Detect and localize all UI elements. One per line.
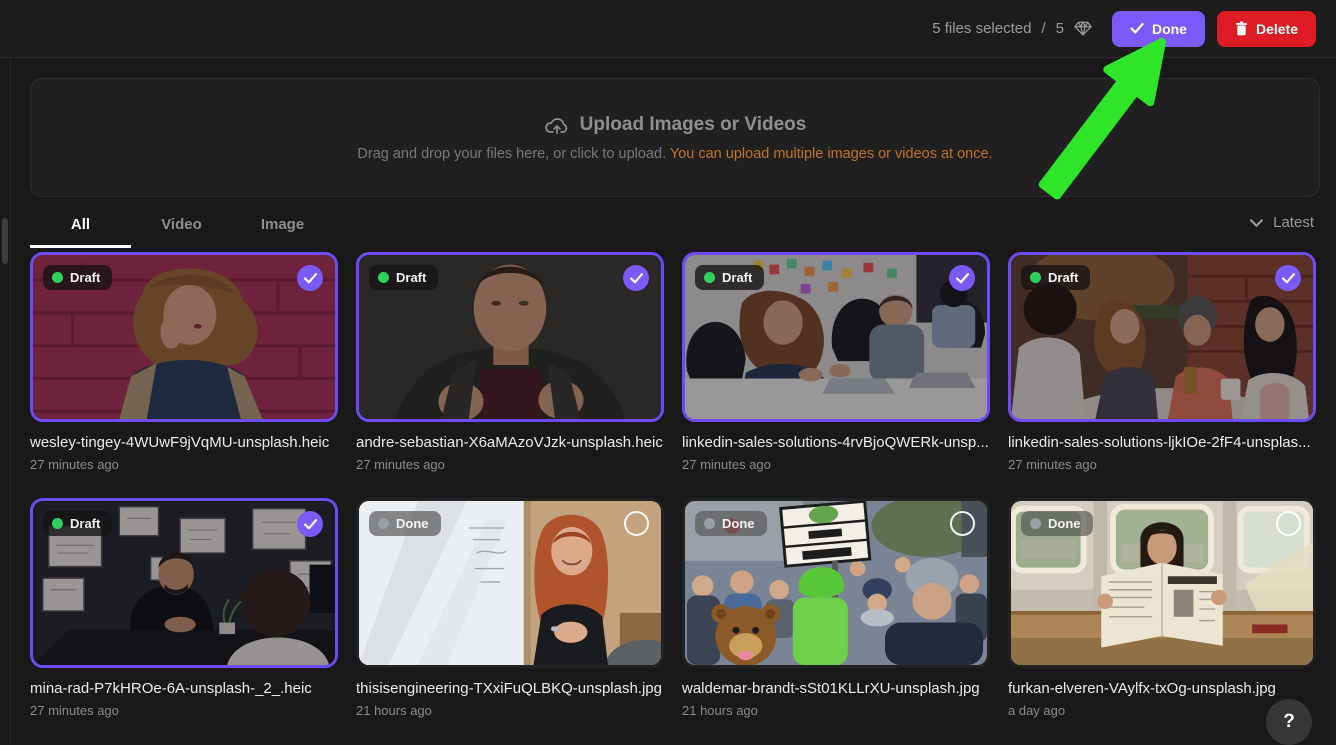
check-icon bbox=[1130, 23, 1144, 34]
status-badge-label: Draft bbox=[722, 270, 752, 285]
status-dot-draft bbox=[52, 272, 63, 283]
upload-dropzone[interactable]: Upload Images or Videos Drag and drop yo… bbox=[30, 78, 1320, 197]
select-checkbox-checked[interactable] bbox=[297, 511, 323, 537]
check-icon bbox=[956, 273, 969, 284]
status-badge: Draft bbox=[695, 265, 764, 290]
check-icon bbox=[1282, 273, 1295, 284]
status-badge: Done bbox=[369, 511, 441, 536]
status-badge-label: Draft bbox=[70, 516, 100, 531]
upload-instruction: Drag and drop your files here, or click … bbox=[357, 146, 992, 162]
selection-count-label: 5 files selected bbox=[932, 20, 1031, 37]
credit-count: 5 bbox=[1056, 20, 1064, 37]
file-name: andre-sebastian-X6aMAzoVJzk-unsplash.hei… bbox=[356, 434, 664, 451]
thumbnail-furkan-elveren[interactable]: Done bbox=[1008, 498, 1316, 668]
file-name: linkedin-sales-solutions-ljkIOe-2fF4-uns… bbox=[1008, 434, 1316, 451]
media-card: Draft linkedin-sales-solutions-4rvBjoQWE… bbox=[682, 252, 990, 472]
upload-instruction-highlight: You can upload multiple images or videos… bbox=[670, 146, 993, 162]
media-card: Draft andre-sebastian-X6aMAzoVJzk-unspla… bbox=[356, 252, 664, 472]
done-button[interactable]: Done bbox=[1112, 11, 1205, 47]
media-card: Done waldemar-brandt-sSt01KLLrXU-unsplas… bbox=[682, 498, 990, 718]
tab-all[interactable]: All bbox=[30, 206, 131, 248]
file-name: furkan-elveren-VAylfx-txOg-unsplash.jpg bbox=[1008, 680, 1316, 697]
check-icon bbox=[630, 273, 643, 284]
done-button-label: Done bbox=[1152, 21, 1187, 37]
top-toolbar: 5 files selected / 5 Done Delete bbox=[0, 0, 1336, 58]
file-name: waldemar-brandt-sSt01KLLrXU-unsplash.jpg bbox=[682, 680, 990, 697]
select-checkbox-checked[interactable] bbox=[1275, 265, 1301, 291]
select-checkbox-checked[interactable] bbox=[623, 265, 649, 291]
status-dot-done bbox=[378, 518, 389, 529]
file-timestamp: 21 hours ago bbox=[356, 703, 664, 718]
select-checkbox-unchecked[interactable] bbox=[1276, 511, 1301, 536]
status-badge: Draft bbox=[369, 265, 438, 290]
tab-video[interactable]: Video bbox=[131, 206, 232, 248]
thumbnail-waldemar-brandt[interactable]: Done bbox=[682, 498, 990, 668]
cloud-upload-icon bbox=[544, 115, 570, 135]
status-dot-draft bbox=[52, 518, 63, 529]
help-button[interactable]: ? bbox=[1266, 699, 1312, 745]
select-checkbox-checked[interactable] bbox=[949, 265, 975, 291]
file-timestamp: 27 minutes ago bbox=[356, 457, 664, 472]
status-dot-done bbox=[704, 518, 715, 529]
file-timestamp: 27 minutes ago bbox=[1008, 457, 1316, 472]
status-badge-label: Draft bbox=[70, 270, 100, 285]
file-timestamp: 21 hours ago bbox=[682, 703, 990, 718]
media-card: Done furkan-elveren-VAylfx-txOg-unsplash… bbox=[1008, 498, 1316, 718]
gem-icon bbox=[1074, 21, 1092, 36]
status-badge-label: Done bbox=[722, 516, 755, 531]
trash-icon bbox=[1235, 21, 1248, 36]
select-checkbox-unchecked[interactable] bbox=[950, 511, 975, 536]
status-badge: Draft bbox=[43, 265, 112, 290]
media-card: Draft wesley-tingey-4WUwF9jVqMU-unsplash… bbox=[30, 252, 338, 472]
thumbnail-linkedin-cafe[interactable]: Draft bbox=[1008, 252, 1316, 422]
file-timestamp: 27 minutes ago bbox=[30, 703, 338, 718]
thumbnail-thisisengineering[interactable]: Done bbox=[356, 498, 664, 668]
status-badge-label: Draft bbox=[1048, 270, 1078, 285]
media-card: Draft mina-rad-P7kHROe-6A-unsplash-_2_.h… bbox=[30, 498, 338, 718]
file-timestamp: 27 minutes ago bbox=[682, 457, 990, 472]
left-scrollbar-track bbox=[0, 58, 11, 745]
status-badge-label: Draft bbox=[396, 270, 426, 285]
delete-button[interactable]: Delete bbox=[1217, 11, 1316, 47]
file-name: mina-rad-P7kHROe-6A-unsplash-_2_.heic bbox=[30, 680, 338, 697]
status-badge-label: Done bbox=[1048, 516, 1081, 531]
media-card: Done thisisengineering-TXxiFuQLBKQ-unspl… bbox=[356, 498, 664, 718]
check-icon bbox=[304, 273, 317, 284]
thumbnail-mina-rad[interactable]: Draft bbox=[30, 498, 338, 668]
status-dot-draft bbox=[378, 272, 389, 283]
status-badge: Done bbox=[695, 511, 767, 536]
status-dot-done bbox=[1030, 518, 1041, 529]
select-checkbox-checked[interactable] bbox=[297, 265, 323, 291]
chevron-down-icon bbox=[1250, 219, 1263, 227]
sort-selected-label: Latest bbox=[1273, 214, 1314, 231]
status-badge-label: Done bbox=[396, 516, 429, 531]
thumbnail-wesley-tingey[interactable]: Draft bbox=[30, 252, 338, 422]
upload-title: Upload Images or Videos bbox=[580, 114, 807, 136]
status-dot-draft bbox=[704, 272, 715, 283]
file-name: linkedin-sales-solutions-4rvBjoQWERk-uns… bbox=[682, 434, 990, 451]
selection-separator: / bbox=[1041, 20, 1045, 37]
status-dot-draft bbox=[1030, 272, 1041, 283]
selection-status: 5 files selected / 5 bbox=[932, 20, 1092, 37]
file-name: thisisengineering-TXxiFuQLBKQ-unsplash.j… bbox=[356, 680, 664, 697]
status-badge: Draft bbox=[1021, 265, 1090, 290]
file-timestamp: 27 minutes ago bbox=[30, 457, 338, 472]
left-scrollbar-thumb[interactable] bbox=[2, 218, 8, 264]
media-grid: Draft wesley-tingey-4WUwF9jVqMU-unsplash… bbox=[30, 252, 1318, 718]
media-filter-tabs: All Video Image bbox=[30, 206, 333, 248]
media-card: Draft linkedin-sales-solutions-ljkIOe-2f… bbox=[1008, 252, 1316, 472]
status-badge: Draft bbox=[43, 511, 112, 536]
check-icon bbox=[304, 519, 317, 530]
thumbnail-linkedin-office[interactable]: Draft bbox=[682, 252, 990, 422]
thumbnail-andre-sebastian[interactable]: Draft bbox=[356, 252, 664, 422]
select-checkbox-unchecked[interactable] bbox=[624, 511, 649, 536]
tab-image[interactable]: Image bbox=[232, 206, 333, 248]
delete-button-label: Delete bbox=[1256, 21, 1298, 37]
status-badge: Done bbox=[1021, 511, 1093, 536]
file-name: wesley-tingey-4WUwF9jVqMU-unsplash.heic bbox=[30, 434, 338, 451]
sort-dropdown[interactable]: Latest bbox=[1250, 214, 1314, 231]
